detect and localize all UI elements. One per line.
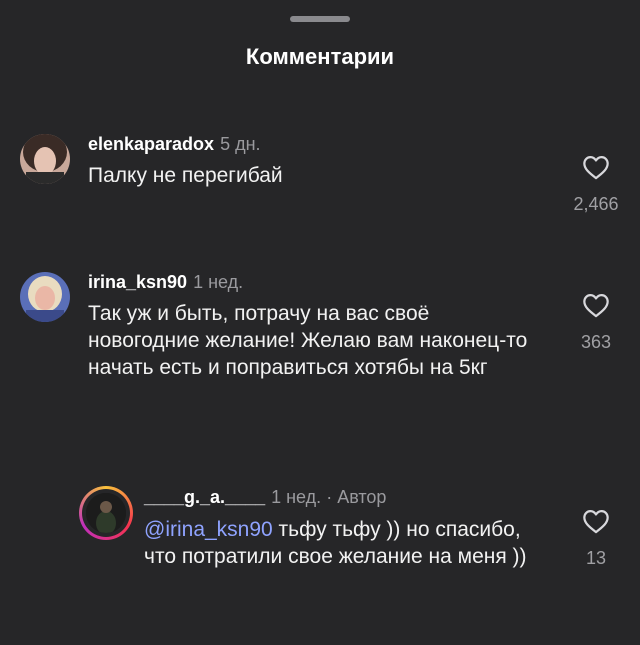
comment-meta: elenkaparadox 5 дн. (88, 134, 261, 155)
heart-outline-icon[interactable] (582, 292, 610, 318)
like-count: 13 (585, 548, 607, 568)
story-ring-avatar[interactable] (79, 486, 133, 540)
heart-outline-icon[interactable] (582, 154, 610, 180)
comment-text: Так уж и быть, потрачу на вас своё новог… (88, 302, 528, 379)
username[interactable]: ____g._a.____ (144, 487, 265, 507)
mention-link[interactable]: @irina_ksn90 (144, 518, 273, 541)
comment-meta: ____g._a.____ 1 нед. · Автор (144, 487, 386, 508)
avatar[interactable] (20, 272, 70, 322)
like-count: 2,466 (573, 194, 619, 214)
like-button[interactable]: 2,466 (566, 154, 626, 215)
username[interactable]: elenkaparadox (88, 134, 214, 154)
timestamp: 1 нед. (193, 272, 244, 292)
drag-handle[interactable] (290, 16, 350, 22)
timestamp: 5 дн. (220, 134, 261, 154)
like-count: 363 (580, 332, 612, 352)
timestamp: 1 нед. (271, 487, 322, 507)
avatar (86, 493, 126, 533)
like-button[interactable]: 363 (566, 292, 626, 353)
comment-text: Палку не перегибай (88, 164, 283, 187)
username[interactable]: irina_ksn90 (88, 272, 187, 292)
heart-outline-icon[interactable] (582, 508, 610, 534)
page-title: Комментарии (245, 44, 395, 69)
like-button[interactable]: 13 (566, 508, 626, 569)
avatar[interactable] (20, 134, 70, 184)
author-label: · Автор (326, 487, 387, 507)
comment-text: @irina_ksn90 тьфу тьфу )) но спасибо, чт… (144, 516, 544, 570)
comment-meta: irina_ksn90 1 нед. (88, 272, 243, 293)
